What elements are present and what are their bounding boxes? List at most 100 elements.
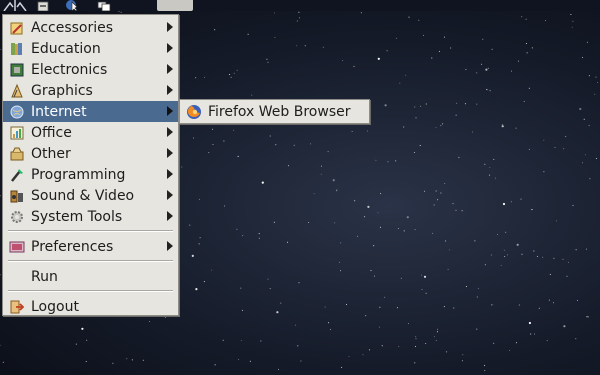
star [554, 146, 556, 148]
menu-separator [8, 230, 173, 232]
star [481, 63, 483, 65]
star [542, 256, 544, 258]
submenu-arrow-icon [167, 148, 173, 158]
menu-item-graphics[interactable]: Graphics [3, 80, 178, 101]
star [442, 123, 444, 125]
star [502, 202, 506, 206]
star [375, 159, 377, 161]
star [0, 344, 1, 346]
star [415, 117, 417, 119]
menu-item-programming[interactable]: Programming [3, 164, 178, 185]
star [589, 178, 591, 180]
star [420, 105, 421, 107]
star [485, 68, 488, 71]
star [435, 339, 437, 341]
star [131, 359, 133, 361]
menu-item-electronics[interactable]: Electronics [3, 59, 178, 80]
star [293, 144, 295, 146]
star [2, 361, 4, 363]
star [222, 339, 224, 341]
star [415, 338, 417, 340]
star [474, 240, 476, 242]
menu-item-run[interactable]: Run [3, 266, 178, 287]
menu-item-education[interactable]: Education [3, 38, 178, 59]
menu-item-firefox[interactable]: Firefox Web Browser [180, 100, 369, 123]
show-desktop-button[interactable] [95, 0, 113, 11]
menu-item-label: Firefox Web Browser [208, 103, 351, 120]
star [425, 292, 427, 294]
star [396, 37, 397, 39]
star [236, 228, 238, 230]
star [348, 356, 350, 358]
star [546, 340, 548, 342]
web-browser-launcher[interactable] [63, 0, 81, 11]
star [199, 237, 201, 239]
star [191, 254, 194, 257]
star [414, 346, 416, 347]
menu-item-other[interactable]: Other [3, 143, 178, 164]
star [476, 328, 478, 330]
menu-item-office[interactable]: Office [3, 122, 178, 143]
star [247, 33, 249, 35]
star [269, 288, 271, 290]
menu-item-sound-video[interactable]: Sound & Video [3, 185, 178, 206]
star [233, 129, 235, 131]
taskbar-window-button[interactable] [157, 0, 193, 11]
star [487, 89, 489, 91]
star [493, 342, 495, 344]
star [377, 212, 379, 214]
star [238, 359, 240, 360]
start-menu-icon [3, 0, 27, 11]
star [425, 343, 427, 344]
menu-item-label: Logout [31, 298, 79, 315]
star [461, 210, 463, 212]
menu-item-accessories[interactable]: Accessories [3, 17, 178, 38]
star [521, 16, 523, 18]
star [274, 37, 276, 38]
star [261, 181, 264, 184]
star [476, 72, 478, 74]
star [445, 240, 447, 242]
star [484, 364, 486, 366]
star [313, 193, 315, 195]
menu-item-label: Education [31, 40, 101, 57]
star [436, 331, 438, 333]
star [414, 106, 416, 108]
star [440, 125, 442, 127]
star [346, 304, 347, 305]
star [386, 50, 388, 52]
menu-item-system-tools[interactable]: System Tools [3, 206, 178, 227]
menu-item-logout[interactable]: Logout [3, 296, 178, 317]
star [236, 69, 238, 71]
menu-item-internet[interactable]: Internet [3, 101, 178, 122]
star [362, 354, 364, 356]
star [296, 45, 298, 47]
star [258, 237, 260, 239]
menu-item-preferences[interactable]: Preferences [3, 236, 178, 257]
star [320, 173, 322, 175]
star [399, 82, 401, 84]
star [208, 152, 210, 154]
start-menu-button[interactable] [0, 0, 30, 11]
star [0, 274, 1, 276]
star [308, 222, 310, 223]
star [531, 47, 533, 49]
star [339, 261, 340, 263]
sound-video-icon [9, 188, 25, 204]
star [567, 261, 569, 263]
star [453, 307, 455, 309]
star [566, 275, 568, 277]
star [432, 232, 434, 234]
star [267, 61, 269, 63]
star [296, 20, 298, 22]
star [505, 231, 507, 233]
star [366, 130, 368, 132]
file-manager-launcher[interactable] [35, 0, 51, 11]
star [415, 336, 417, 338]
star [437, 328, 439, 330]
submenu-arrow-icon [167, 43, 173, 53]
star [525, 18, 527, 20]
star [414, 229, 416, 230]
star [211, 269, 213, 271]
star [571, 26, 573, 28]
